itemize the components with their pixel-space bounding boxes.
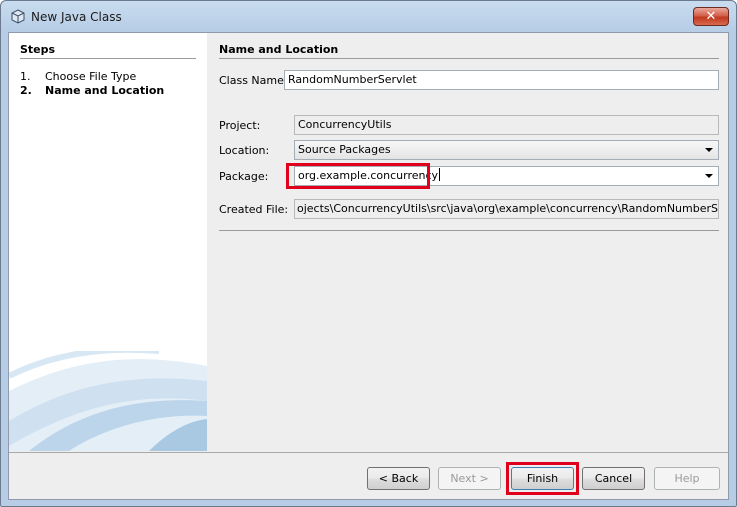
created-file-label: Created File: [219,203,289,216]
steps-divider [20,58,196,59]
name-and-location-panel: Name and Location Class Name: RandomNumb… [207,33,728,451]
package-highlight-box [286,163,430,189]
decorative-swoosh-graphic [9,351,207,451]
panel-divider [219,58,719,59]
class-name-input[interactable]: RandomNumberServlet [284,70,719,90]
text-caret [439,168,441,181]
window-title: New Java Class [31,10,122,24]
location-value: Source Packages [298,143,391,156]
button-bar-divider [9,452,728,453]
help-button[interactable]: Help [654,467,720,490]
step-label: Choose File Type [45,70,137,83]
back-button[interactable]: < Back [367,467,430,490]
close-button[interactable]: ✕ [693,7,729,26]
title-bar[interactable]: New Java Class ✕ [1,1,736,31]
java-class-icon [11,9,25,24]
project-label: Project: [219,119,261,132]
step-number: 1. [20,70,31,83]
steps-pane: Steps 1. Choose File Type 2. Name and Loca… [9,33,207,451]
step-choose-file-type: 1. Choose File Type [20,70,136,83]
step-label: Name and Location [45,84,165,97]
location-label: Location: [219,144,270,157]
close-icon: ✕ [705,9,717,24]
dialog-window: New Java Class ✕ Steps 1. Choose File Typ… [0,0,737,507]
location-dropdown[interactable]: Source Packages [294,140,719,160]
package-label: Package: [219,170,269,183]
fields-divider [219,230,719,231]
project-field: ConcurrencyUtils [294,115,719,135]
finish-highlight-box [506,462,579,495]
chevron-down-icon [705,148,713,152]
class-name-label: Class Name: [219,74,288,87]
steps-title: Steps [20,43,56,56]
step-name-and-location: 2. Name and Location [20,84,164,97]
next-button[interactable]: Next > [438,467,501,490]
chevron-down-icon [705,174,713,178]
panel-title: Name and Location [219,43,339,56]
wizard-body: Steps 1. Choose File Type 2. Name and Loca… [8,32,729,500]
created-file-field: ojects\ConcurrencyUtils\src\java\org\exa… [294,199,719,219]
step-number: 2. [20,84,32,97]
cancel-button[interactable]: Cancel [582,467,645,490]
